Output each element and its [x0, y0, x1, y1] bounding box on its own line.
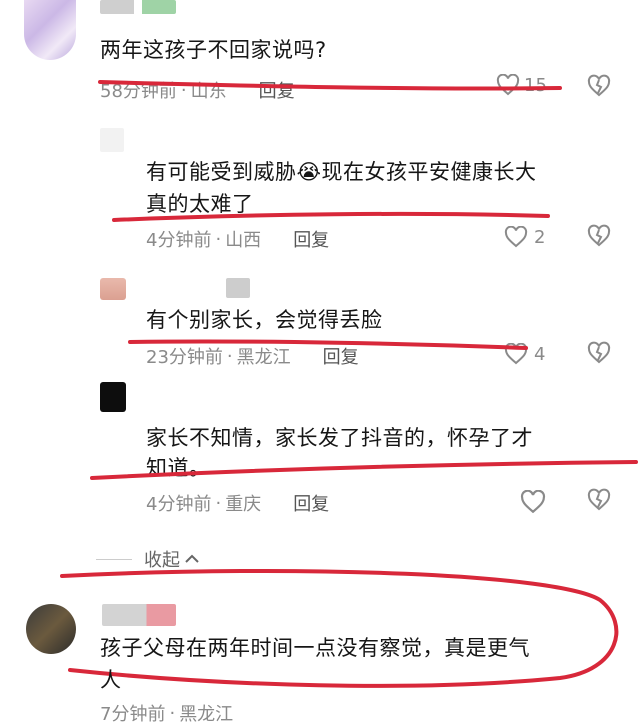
divider — [96, 558, 132, 560]
comment-text-line2: 知道。 — [146, 456, 211, 480]
comment-region: 重庆 — [225, 494, 262, 515]
heart-icon — [496, 74, 520, 96]
comment-region: 山东 — [190, 81, 227, 102]
like-button[interactable] — [520, 490, 546, 514]
annotation-underline — [90, 460, 638, 480]
reply-button[interactable]: 回复 — [293, 490, 329, 516]
comment-region: 黑龙江 — [179, 704, 234, 725]
avatar[interactable] — [100, 382, 126, 412]
collapse-label: 收起 — [144, 550, 180, 571]
username-blurred[interactable] — [100, 0, 176, 14]
avatar[interactable] — [100, 278, 126, 300]
reply-button[interactable]: 回复 — [293, 226, 329, 252]
separator: · — [226, 345, 233, 367]
reply-button[interactable]: 回复 — [323, 343, 359, 369]
dislike-button[interactable] — [586, 74, 612, 102]
comment-time: 7分钟前 — [100, 704, 166, 725]
dislike-button[interactable] — [586, 488, 612, 516]
chevron-up-icon — [185, 554, 199, 563]
comment-text-line1: 有可能受到威胁 — [146, 160, 297, 184]
comment-text-line1: 家长不知情，家长发了抖音的，怀孕了才 — [146, 426, 533, 450]
comment-time: 58分钟前 — [100, 81, 177, 102]
username-blurred[interactable] — [102, 604, 176, 626]
comment-text-line1: 孩子父母在两年时间一点没有察觉，真是更气 — [100, 636, 530, 660]
separator: · — [215, 228, 222, 250]
comment-text: 有可能受到威胁😭现在女孩平安健康长大 — [146, 156, 537, 188]
avatar[interactable] — [24, 0, 76, 60]
separator: · — [180, 79, 187, 101]
comment-text-line2: 真的太难了 — [146, 192, 254, 216]
comment-text-line1b: 现在女孩平安健康长大 — [321, 160, 537, 184]
like-button[interactable]: 4 — [504, 343, 545, 365]
broken-heart-icon — [587, 74, 611, 97]
like-button[interactable]: 15 — [496, 74, 547, 96]
comment-time: 23分钟前 — [146, 347, 223, 368]
broken-heart-icon — [587, 341, 611, 364]
broken-heart-icon — [587, 224, 611, 247]
crying-emoji: 😭 — [296, 160, 322, 184]
annotation-underline — [112, 211, 550, 222]
dislike-button[interactable] — [586, 341, 612, 369]
like-count: 15 — [524, 74, 547, 96]
comment-region: 山西 — [225, 230, 262, 251]
comment-text: 两年这孩子不回家说吗? — [100, 38, 327, 62]
heart-icon — [520, 490, 546, 514]
heart-icon — [504, 226, 528, 248]
broken-heart-icon — [587, 488, 611, 511]
comment-time: 4分钟前 — [146, 230, 212, 251]
comment-meta: 23分钟前 · 黑龙江 回复 — [146, 343, 359, 369]
heart-icon — [504, 343, 528, 365]
comment-text: 有个别家长，会觉得丢脸 — [146, 308, 383, 332]
username-blurred[interactable] — [226, 278, 250, 298]
like-count: 2 — [534, 226, 546, 248]
comment-meta: 58分钟前 · 山东 回复 — [100, 77, 295, 103]
comment-meta: 7分钟前 · 黑龙江 — [100, 700, 233, 726]
reply-button[interactable]: 回复 — [259, 77, 295, 103]
comment-meta: 4分钟前 · 重庆 回复 — [146, 490, 329, 516]
like-button[interactable]: 2 — [504, 226, 545, 248]
separator: · — [215, 492, 222, 514]
avatar[interactable] — [100, 128, 124, 152]
dislike-button[interactable] — [586, 224, 612, 252]
separator: · — [169, 702, 176, 724]
avatar[interactable] — [26, 604, 76, 654]
comment-time: 4分钟前 — [146, 494, 212, 515]
comment-meta: 4分钟前 · 山西 回复 — [146, 226, 329, 252]
collapse-replies-button[interactable]: 收起 — [96, 546, 200, 572]
comment-text-line2: 人 — [100, 668, 122, 692]
comment-region: 黑龙江 — [236, 347, 291, 368]
like-count: 4 — [534, 343, 546, 365]
